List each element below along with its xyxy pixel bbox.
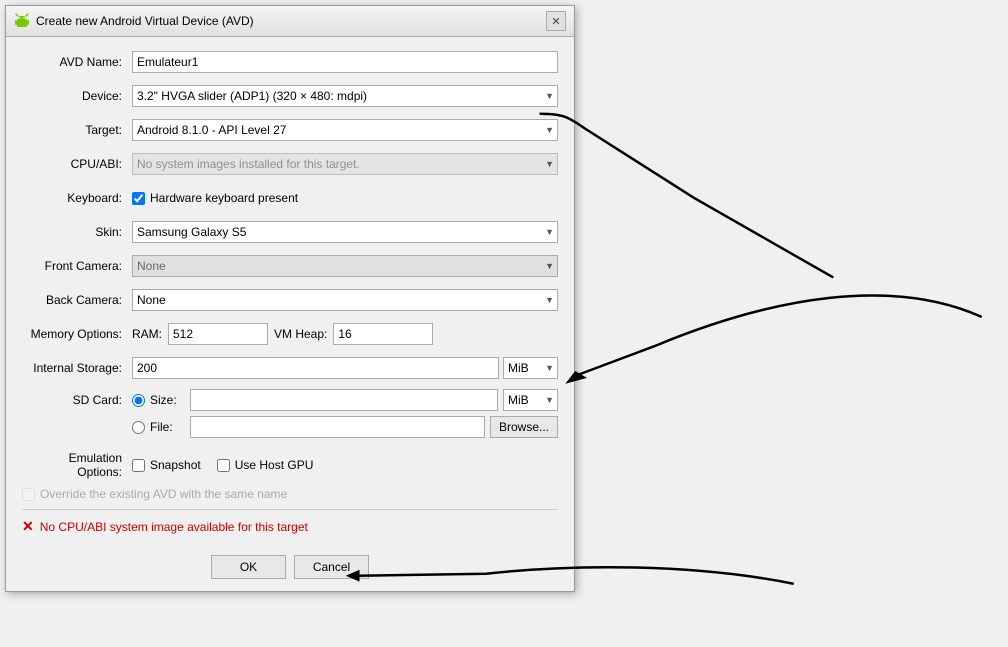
avd-name-row: AVD Name: — [22, 49, 558, 75]
cpu-abi-row: CPU/ABI: No system images installed for … — [22, 151, 558, 177]
target-select[interactable]: Android 8.1.0 - API Level 27 — [132, 119, 558, 141]
internal-storage-control: MiB — [132, 357, 558, 379]
skin-select[interactable]: Samsung Galaxy S5 — [132, 221, 558, 243]
cpu-abi-control: No system images installed for this targ… — [132, 153, 558, 175]
vm-heap-label: VM Heap: — [274, 327, 327, 341]
sd-size-input[interactable] — [190, 389, 498, 411]
back-camera-select-wrapper: None — [132, 289, 558, 311]
override-row: Override the existing AVD with the same … — [22, 487, 558, 501]
sd-file-label: File: — [150, 420, 185, 434]
storage-inputs-row: MiB — [132, 357, 558, 379]
override-checkbox[interactable] — [22, 488, 35, 501]
front-camera-control: None — [132, 255, 558, 277]
target-row: Target: Android 8.1.0 - API Level 27 — [22, 117, 558, 143]
error-icon: ✕ — [22, 518, 34, 535]
sd-size-label: Size: — [150, 393, 185, 407]
avd-name-input[interactable] — [132, 51, 558, 73]
back-camera-select[interactable]: None — [132, 289, 558, 311]
ram-label: RAM: — [132, 327, 162, 341]
avd-dialog: Create new Android Virtual Device (AVD) … — [5, 5, 575, 592]
title-bar: Create new Android Virtual Device (AVD) … — [6, 6, 574, 37]
target-label: Target: — [22, 123, 132, 137]
sd-file-radio[interactable] — [132, 421, 145, 434]
snapshot-label: Snapshot — [150, 458, 201, 472]
hardware-keyboard-label: Hardware keyboard present — [150, 191, 298, 205]
android-icon — [14, 13, 30, 29]
browse-button[interactable]: Browse... — [490, 416, 558, 438]
emulation-checkboxes: Snapshot Use Host GPU — [132, 458, 558, 472]
window-title: Create new Android Virtual Device (AVD) — [36, 14, 254, 28]
device-label: Device: — [22, 89, 132, 103]
cpu-abi-select[interactable]: No system images installed for this targ… — [132, 153, 558, 175]
error-row: ✕ No CPU/ABI system image available for … — [22, 518, 558, 535]
avd-name-control — [132, 51, 558, 73]
override-checkbox-wrapper: Override the existing AVD with the same … — [22, 487, 287, 501]
keyboard-control: Hardware keyboard present — [132, 191, 558, 205]
sd-size-unit-select[interactable]: MiB — [503, 389, 558, 411]
memory-row: Memory Options: RAM: VM Heap: — [22, 321, 558, 347]
device-select-wrapper: 3.2" HVGA slider (ADP1) (320 × 480: mdpi… — [132, 85, 558, 107]
sd-card-control: Size: MiB File: Browse... — [132, 389, 558, 443]
back-camera-row: Back Camera: None — [22, 287, 558, 313]
sd-file-input[interactable] — [190, 416, 485, 438]
front-camera-select-wrapper: None — [132, 255, 558, 277]
internal-storage-label: Internal Storage: — [22, 361, 132, 375]
skin-row: Skin: Samsung Galaxy S5 — [22, 219, 558, 245]
divider — [22, 509, 558, 510]
snapshot-option: Snapshot — [132, 458, 201, 472]
target-select-wrapper: Android 8.1.0 - API Level 27 — [132, 119, 558, 141]
sd-file-row: File: Browse... — [132, 416, 558, 438]
device-row: Device: 3.2" HVGA slider (ADP1) (320 × 4… — [22, 83, 558, 109]
storage-unit-wrapper: MiB — [503, 357, 558, 379]
target-control: Android 8.1.0 - API Level 27 — [132, 119, 558, 141]
cpu-abi-label: CPU/ABI: — [22, 157, 132, 171]
use-host-gpu-label: Use Host GPU — [235, 458, 314, 472]
hardware-keyboard-checkbox[interactable] — [132, 192, 145, 205]
front-camera-select[interactable]: None — [132, 255, 558, 277]
cancel-button[interactable]: Cancel — [294, 555, 369, 579]
device-select[interactable]: 3.2" HVGA slider (ADP1) (320 × 480: mdpi… — [132, 85, 558, 107]
avd-name-label: AVD Name: — [22, 55, 132, 69]
skin-control: Samsung Galaxy S5 — [132, 221, 558, 243]
internal-storage-input[interactable] — [132, 357, 499, 379]
sd-card-row: SD Card: Size: MiB File: Brows — [22, 389, 558, 443]
form-body: AVD Name: Device: 3.2" HVGA slider (ADP1… — [6, 37, 574, 547]
skin-select-wrapper: Samsung Galaxy S5 — [132, 221, 558, 243]
use-host-gpu-option: Use Host GPU — [217, 458, 314, 472]
front-camera-row: Front Camera: None — [22, 253, 558, 279]
override-label: Override the existing AVD with the same … — [40, 487, 287, 501]
back-camera-label: Back Camera: — [22, 293, 132, 307]
vm-heap-input[interactable] — [333, 323, 433, 345]
sd-size-unit-wrapper: MiB — [503, 389, 558, 411]
error-text: No CPU/ABI system image available for th… — [40, 520, 308, 534]
cpu-abi-select-wrapper: No system images installed for this targ… — [132, 153, 558, 175]
memory-label: Memory Options: — [22, 327, 132, 341]
internal-storage-row: Internal Storage: MiB — [22, 355, 558, 381]
keyboard-label: Keyboard: — [22, 191, 132, 205]
footer: OK Cancel — [6, 547, 574, 591]
device-control: 3.2" HVGA slider (ADP1) (320 × 480: mdpi… — [132, 85, 558, 107]
emulation-options-control: Snapshot Use Host GPU — [132, 458, 558, 472]
memory-control: RAM: VM Heap: — [132, 323, 558, 345]
memory-inputs-row: RAM: VM Heap: — [132, 323, 558, 345]
keyboard-row: Keyboard: Hardware keyboard present — [22, 185, 558, 211]
title-bar-left: Create new Android Virtual Device (AVD) — [14, 13, 254, 29]
close-button[interactable]: ✕ — [546, 11, 566, 31]
ram-input[interactable] — [168, 323, 268, 345]
ok-button[interactable]: OK — [211, 555, 286, 579]
keyboard-checkbox-row: Hardware keyboard present — [132, 191, 558, 205]
sd-size-row: Size: MiB — [132, 389, 558, 411]
storage-unit-select[interactable]: MiB — [503, 357, 558, 379]
snapshot-checkbox[interactable] — [132, 459, 145, 472]
emulation-options-label: Emulation Options: — [22, 451, 132, 479]
back-camera-control: None — [132, 289, 558, 311]
sd-card-label: SD Card: — [22, 389, 132, 407]
emulation-options-row: Emulation Options: Snapshot Use Host GPU — [22, 451, 558, 479]
use-host-gpu-checkbox[interactable] — [217, 459, 230, 472]
sd-size-radio[interactable] — [132, 394, 145, 407]
front-camera-label: Front Camera: — [22, 259, 132, 273]
skin-label: Skin: — [22, 225, 132, 239]
